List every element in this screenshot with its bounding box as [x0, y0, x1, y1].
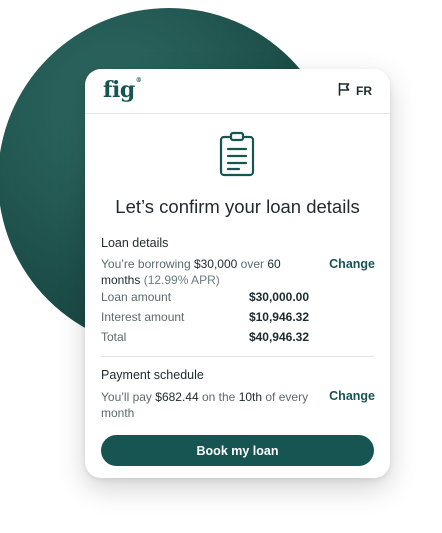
- row-label: Loan amount: [101, 290, 172, 304]
- payment-schedule-heading: Payment schedule: [101, 368, 204, 382]
- total-row: Total $40,946.32: [101, 330, 309, 344]
- clipboard-icon: [219, 131, 255, 177]
- card-header: fig® FR: [85, 69, 390, 114]
- payment-summary: You’ll pay $682.44 on the 10th of every …: [101, 390, 309, 420]
- fig-logo: fig®: [103, 77, 142, 103]
- row-label: Interest amount: [101, 310, 185, 324]
- row-value: $10,946.32: [248, 310, 309, 324]
- change-loan-details-link[interactable]: Change: [329, 257, 375, 271]
- change-payment-schedule-link[interactable]: Change: [329, 389, 375, 403]
- language-label: FR: [356, 84, 372, 98]
- loan-summary: You’re borrowing $30,000 over 60 months …: [101, 257, 281, 287]
- row-value: $40,946.32: [248, 330, 309, 344]
- flag-icon: [337, 82, 351, 101]
- row-value: $30,000.00: [248, 290, 309, 304]
- section-divider: [101, 356, 374, 357]
- row-label: Total: [101, 330, 127, 344]
- language-toggle[interactable]: FR: [337, 81, 372, 101]
- page-title: Let’s confirm your loan details: [115, 196, 360, 217]
- book-loan-button[interactable]: Book my loan: [101, 435, 374, 466]
- interest-amount-row: Interest amount $10,946.32: [101, 310, 309, 324]
- loan-details-heading: Loan details: [101, 236, 169, 250]
- loan-confirmation-card: fig® FR Let’s confirm your loan details …: [85, 69, 390, 478]
- loan-amount-row: Loan amount $30,000.00: [101, 290, 309, 304]
